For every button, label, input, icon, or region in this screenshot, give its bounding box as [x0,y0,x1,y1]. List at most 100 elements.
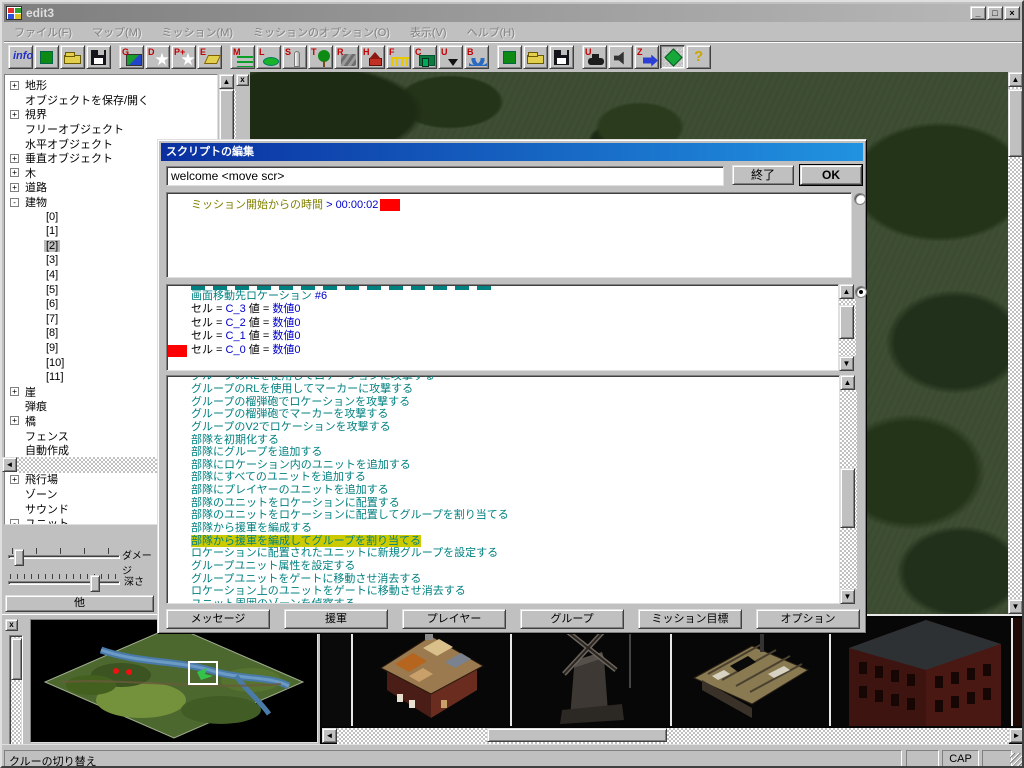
tree-expand-icon[interactable]: + [10,475,19,484]
palette-item-farmhouse[interactable] [353,618,510,726]
command-item[interactable]: グループの榴弾砲でロケーションを攻撃する [167,396,839,409]
minimap-close-icon[interactable]: x [5,619,18,631]
menu-item[interactable]: 表示(V) [400,24,457,40]
action-cell-row[interactable]: セル = C_2 値 = 数値0 [167,317,838,330]
toolbar-button[interactable] [112,45,119,69]
sound-button[interactable] [608,45,633,69]
action-panel[interactable]: 画面移動先ロケーション #6 セル = C_3 値 = 数値0 セル [166,284,839,371]
house-tool-button[interactable]: H [360,45,385,69]
tree-expand-icon[interactable]: + [10,168,19,177]
tree-expand-icon[interactable]: - [10,198,19,207]
scroll-down-icon[interactable]: ▼ [839,356,854,371]
dialog-tab-button[interactable]: プレイヤー [402,609,506,629]
new-mission-button[interactable] [497,45,522,69]
depth-slider-track[interactable] [8,581,120,585]
location-tool-button[interactable]: L [256,45,281,69]
scroll-down-icon[interactable]: ▼ [1008,599,1023,614]
tree-tool-button[interactable]: T [308,45,333,69]
open-map-button[interactable] [60,45,85,69]
damage-slider-track[interactable] [8,555,120,559]
command-item[interactable]: グループのRLを使用してロケーションに攻撃する [167,376,839,383]
command-item[interactable]: 部隊を初期化する [167,434,839,447]
scroll-up-icon[interactable]: ▲ [219,74,234,89]
scroll-up-icon[interactable]: ▲ [1008,72,1023,87]
unit-drop-tool-button[interactable]: U [438,45,463,69]
scroll-up-icon[interactable]: ▲ [839,284,854,299]
command-item[interactable]: グループの榴弾砲でマーカーを攻撃する [167,408,839,421]
exit-button[interactable]: 終了 [732,165,794,185]
tree-expand-icon[interactable]: + [10,81,19,90]
command-item[interactable]: ユニット周囲のゾーンを偵察する [167,598,839,604]
building-tool-button[interactable]: C [412,45,437,69]
save-mission-button[interactable] [549,45,574,69]
menu-item[interactable]: マップ(M) [82,24,152,40]
palette-item-brick-building[interactable] [831,618,1011,726]
structure-tool-button[interactable]: S [282,45,307,69]
scroll-thumb[interactable] [1008,89,1023,157]
condition-panel[interactable]: ミッション開始からの時間 > 00:00:02 [166,192,852,278]
maximize-button[interactable]: □ [987,6,1003,20]
dialog-tab-button[interactable]: 援軍 [284,609,388,629]
command-list-vscrollbar[interactable]: ▲ ▼ [840,375,857,604]
command-item[interactable]: グループユニット属性を設定する [167,560,839,573]
palette-hscrollbar[interactable]: ◄ ► [322,728,1024,744]
command-item[interactable]: 部隊のユニットをロケーションに配置する [167,497,839,510]
new-map-button[interactable] [34,45,59,69]
dialog-tab-button[interactable]: グループ [520,609,624,629]
unit-tool-button[interactable]: U [582,45,607,69]
help-button[interactable]: ? [686,45,711,69]
menu-item[interactable]: ミッションのオプション(O) [243,24,400,40]
action-vscrollbar[interactable]: ▲ ▼ [839,284,856,371]
bridge-tool-button[interactable]: B [464,45,489,69]
tree-item-save-open-objects[interactable]: オブジェクトを保存/開く [9,93,217,108]
tree-item-visibility[interactable]: + 視界 [9,107,217,122]
toolbar-button[interactable] [490,45,497,69]
scroll-thumb[interactable] [11,638,22,680]
palette-item-windmill-ruin[interactable] [512,618,670,726]
command-item[interactable]: 部隊から援軍を編成してグループを割り当てる [167,535,839,548]
command-item[interactable]: ロケーション上のユニットをゲートに移動させ消去する [167,585,839,598]
terrain-tool-button[interactable]: G [119,45,144,69]
menu-item[interactable]: ヘルプ(H) [457,24,525,40]
palette-item-partial[interactable] [322,618,351,726]
script-name-input[interactable] [166,166,724,186]
command-item[interactable]: 部隊にすべてのユニットを追加する [167,471,839,484]
delete-object-tool-button[interactable]: D [145,45,170,69]
command-item[interactable]: グループのV2でロケーションを攻撃する [167,421,839,434]
scroll-up-icon[interactable]: ▲ [840,375,855,390]
resize-grip[interactable] [1010,753,1023,766]
scroll-left-icon[interactable]: ◄ [2,457,17,472]
damage-slider-thumb[interactable] [14,549,24,566]
command-item[interactable]: グループユニットをゲートに移動させ消去する [167,573,839,586]
scroll-thumb[interactable] [487,728,667,742]
info-button[interactable]: info [8,45,33,69]
toolbar-button[interactable] [223,45,230,69]
other-properties-button[interactable]: 他 [5,595,154,612]
action-cell-row[interactable]: セル = C_1 値 = 数値0 [167,330,838,343]
action-radio[interactable] [855,286,867,298]
depth-slider-thumb[interactable] [90,575,100,592]
tree-expand-icon[interactable]: + [10,387,19,396]
open-mission-button[interactable] [523,45,548,69]
scroll-down-icon[interactable]: ▼ [840,589,855,604]
tree-item-free-object[interactable]: フリーオブジェクト [9,122,217,137]
palette-item-barn-ruin[interactable] [672,618,829,726]
command-item[interactable]: ロケーションに配置されたユニットに新規グループを設定する [167,547,839,560]
menu-item[interactable]: ミッション(M) [152,24,244,40]
scroll-left-icon[interactable]: ◄ [322,728,337,743]
tree-expand-icon[interactable]: + [10,183,19,192]
marker-tool-button[interactable]: M [230,45,255,69]
tree-expand-icon[interactable]: - [10,519,19,525]
dialog-tab-button[interactable]: オプション [756,609,860,629]
minimap[interactable] [30,619,318,743]
eraser-tool-button[interactable]: E [197,45,222,69]
script-mode-button[interactable] [660,45,685,69]
map-vscrollbar[interactable]: ▲ ▼ [1008,72,1024,614]
minimap-scrollbar[interactable] [9,635,23,749]
command-item[interactable]: グループのRLを使用してマーカーに攻撃する [167,383,839,396]
scroll-thumb[interactable] [840,468,855,528]
command-item[interactable]: 部隊のユニットをロケーションに配置してグループを割り当てる [167,509,839,522]
tree-expand-icon[interactable]: + [10,110,19,119]
scroll-right-icon[interactable]: ► [1009,728,1024,743]
action-cell-row[interactable]: セル = C_3 値 = 数値0 [167,303,838,316]
